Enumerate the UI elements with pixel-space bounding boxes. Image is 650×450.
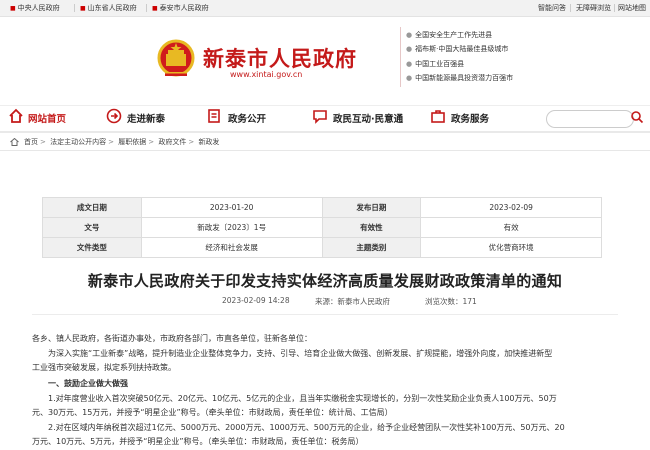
nav-services[interactable]: 政务服务 [451,111,489,125]
document-paragraph: 工业强市突破发展，拟定系列扶持政策。 [32,363,176,372]
document-source: 来源：新泰市人民政府 [315,297,390,306]
arrow-right-circle-icon [106,108,122,124]
document-meta-table: 成文日期 2023-01-20 发布日期 2023-02-09 文号 新政发〔2… [42,197,602,258]
honor-item: ● 全国安全生产工作先进县 [406,31,493,39]
national-emblem-icon [157,39,195,77]
honor-item: ● 福布斯·中国大陆最佳县级城市 [406,45,509,53]
top-link-province[interactable]: ■ 山东省人民政府 [80,3,137,13]
breadcrumb-item[interactable]: 履职依据 [118,138,146,146]
publish-date: 2023-02-09 14:28 [222,296,290,305]
service-icon [431,110,445,123]
section-heading: 一、鼓励企业做大做强 [32,379,128,388]
accessibility-link[interactable]: 无障碍浏览 [576,3,611,13]
meta-value: 有效 [420,217,602,238]
breadcrumb-item[interactable]: 法定主动公开内容 [50,138,106,146]
divider [570,4,571,12]
top-bar: ■ 中央人民政府 ■ 山东省人民政府 ■ 泰安市人民政府 智能问答 无障碍浏览 网站地… [0,0,650,17]
nav-home[interactable]: 网站首页 [28,111,66,125]
top-link-central[interactable]: ■ 中央人民政府 [10,3,60,13]
gov-icon: ■ [80,5,86,12]
divider [146,4,147,12]
divider [614,4,615,12]
home-icon [10,138,19,146]
nav-interaction[interactable]: 政民互动·民意通 [333,111,403,125]
site-url: www.xintai.gov.cn [230,70,303,79]
site-title[interactable]: 新泰市人民政府 [203,43,357,73]
top-link-city[interactable]: ■ 泰安市人民政府 [152,3,209,13]
meta-label: 有效性 [321,217,422,238]
honor-item: ● 中国新能源最具投资潜力百强市 [406,74,514,82]
sitemap-link[interactable]: 网站地图 [618,3,646,13]
table-row: 文件类型 经济和社会发展 主题类别 优化营商环境 [42,237,602,258]
document-paragraph: 万元、10万元、5万元，并授予“明星企业”称号。（牵头单位：市财政局，责任单位：… [32,437,364,446]
breadcrumb-item[interactable]: 政府文件 [158,138,186,146]
view-count: 浏览次数：171 [425,297,477,306]
document-paragraph: 1.对年度营业收入首次突破50亿元、20亿元、10亿元、5亿元的企业，且当年实缴… [32,394,557,403]
meta-label: 文号 [42,217,142,238]
meta-value: 优化营商环境 [420,237,602,258]
document-paragraph: 各乡、镇人民政府，各街道办事处，市政府各部门，市直各单位，驻新各单位： [32,334,312,343]
breadcrumb-item[interactable]: 首页 [24,138,38,146]
nav-gov-affairs[interactable]: 政务公开 [228,111,266,125]
meta-label: 发布日期 [321,197,422,218]
breadcrumb-item[interactable]: 新政发 [198,138,219,146]
search-input[interactable] [546,110,634,128]
meta-label: 成文日期 [42,197,142,218]
table-row: 文号 新政发〔2023〕1号 有效性 有效 [42,217,602,238]
document-icon [208,109,220,123]
search-icon[interactable] [630,110,644,124]
table-row: 成文日期 2023-01-20 发布日期 2023-02-09 [42,197,602,218]
document-title: 新泰市人民政府关于印发支持实体经济高质量发展财政政策清单的通知 [87,272,563,290]
chat-icon [313,110,327,124]
home-icon [9,108,23,123]
meta-value: 2023-01-20 [140,197,323,218]
divider [74,4,75,12]
meta-value: 新政发〔2023〕1号 [140,217,323,238]
meta-label: 主题类别 [321,237,422,258]
divider [32,314,618,315]
meta-label: 文件类型 [42,237,142,258]
nav-about[interactable]: 走进新泰 [127,111,165,125]
header-divider [400,27,401,87]
gov-icon: ■ [10,5,16,12]
meta-value: 经济和社会发展 [140,237,323,258]
divider [0,150,650,151]
document-paragraph: 为深入实施“工业新泰”战略，提升制造业企业整体竞争力，支持、引导、培育企业做大做… [32,349,553,358]
breadcrumb: 首页 > 法定主动公开内容 > 履职依据 > 政府文件 > 新政发 [24,138,220,146]
document-paragraph: 2.对在区域内年纳税首次超过1亿元、5000万元、2000万元、1000万元、5… [32,423,565,432]
smart-qa-link[interactable]: 智能问答 [538,3,566,13]
document-paragraph: 元、30万元、15万元，并授予“明星企业”称号。（牵头单位：市财政局，责任单位：… [32,408,393,417]
honor-item: ● 中国工业百强县 [406,60,465,68]
gov-icon: ■ [152,5,158,12]
meta-value: 2023-02-09 [420,197,602,218]
